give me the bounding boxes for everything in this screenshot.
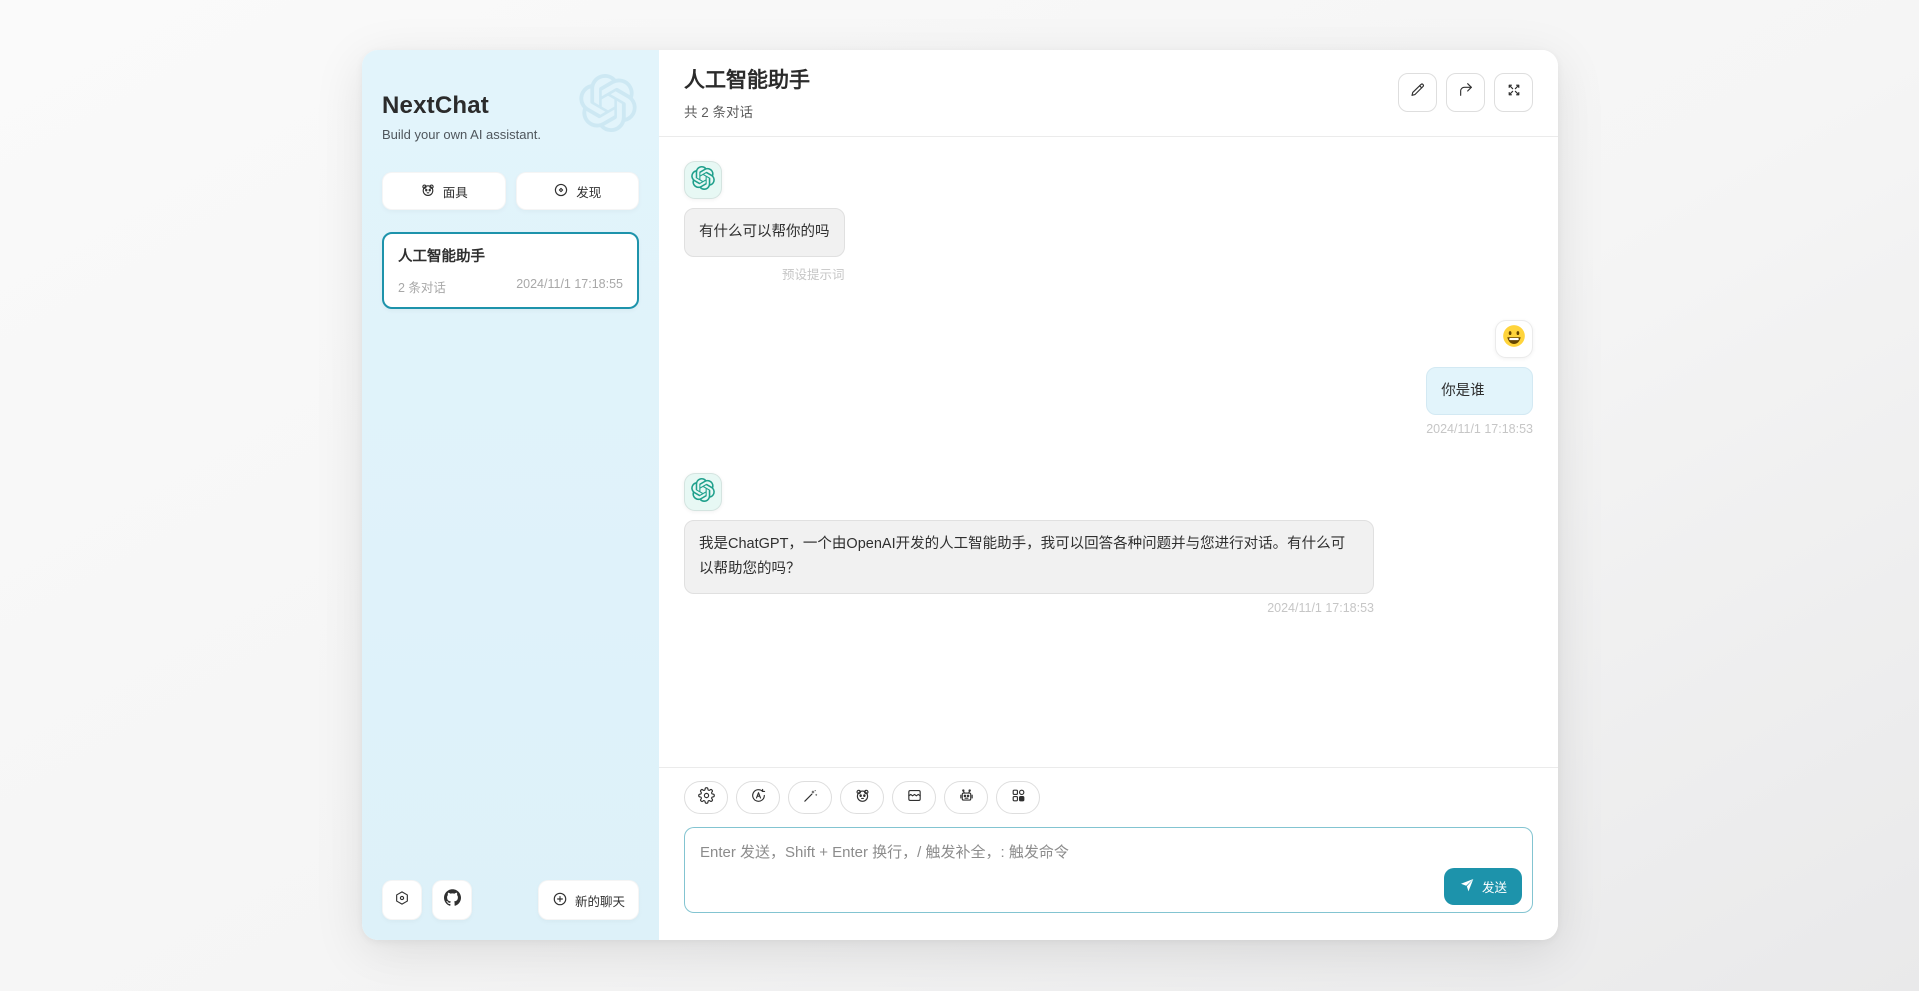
masks-button[interactable]: 面具	[382, 172, 506, 210]
chat-toolbar	[684, 781, 1533, 814]
maximize-icon	[1506, 82, 1522, 103]
new-chat-button[interactable]: 新的聊天	[538, 880, 639, 920]
chat-settings-button[interactable]	[684, 781, 728, 814]
send-button-label: 发送	[1482, 877, 1507, 896]
message-user: 你是谁 2024/11/1 17:18:53	[684, 320, 1533, 437]
github-button[interactable]	[432, 880, 472, 920]
chat-header-titles: 人工智能助手 共 2 条对话	[684, 64, 1398, 121]
message-input[interactable]	[684, 827, 1533, 913]
chat-item-time: 2024/11/1 17:18:55	[516, 277, 623, 296]
mask-icon	[420, 182, 436, 201]
sidebar-footer: 新的聊天	[382, 880, 639, 920]
github-icon	[444, 889, 461, 911]
assistant-avatar	[684, 161, 722, 199]
send-button[interactable]: 发送	[1444, 868, 1522, 905]
rename-chat-button[interactable]	[1398, 73, 1437, 112]
share-chat-button[interactable]	[1446, 73, 1485, 112]
settings-hexagon-icon	[394, 890, 410, 911]
message-bubble[interactable]: 有什么可以帮你的吗	[684, 208, 845, 257]
discover-button[interactable]: 发现	[516, 172, 640, 210]
settings-button[interactable]	[382, 880, 422, 920]
chat-subtitle: 共 2 条对话	[684, 101, 1398, 121]
chat-item-meta: 2 条对话 2024/11/1 17:18:55	[398, 277, 623, 296]
gear-icon	[698, 787, 715, 809]
robot-icon	[958, 787, 975, 809]
auto-theme-icon	[750, 787, 767, 809]
chat-title[interactable]: 人工智能助手	[684, 64, 1398, 94]
new-chat-button-label: 新的聊天	[575, 891, 625, 910]
chat-header: 人工智能助手 共 2 条对话	[659, 50, 1558, 137]
masks-toolbar-button[interactable]	[840, 781, 884, 814]
chat-list-item-selected[interactable]: 人工智能助手 2 条对话 2024/11/1 17:18:55	[382, 232, 639, 309]
smiley-emoji-icon	[1501, 323, 1527, 354]
chat-item-title: 人工智能助手	[398, 245, 623, 266]
user-avatar	[1495, 320, 1533, 358]
shortcuts-button[interactable]	[996, 781, 1040, 814]
share-icon	[1458, 82, 1474, 103]
message-timestamp: 2024/11/1 17:18:53	[1426, 422, 1533, 436]
discover-button-label: 发现	[576, 182, 601, 201]
message-timestamp: 2024/11/1 17:18:53	[684, 601, 1374, 615]
sidebar: NextChat Build your own AI assistant. 面具	[362, 50, 659, 940]
chat-item-count: 2 条对话	[398, 277, 446, 296]
clear-context-button[interactable]	[892, 781, 936, 814]
message-assistant: 我是ChatGPT，一个由OpenAI开发的人工智能助手，我可以回答各种问题并与…	[684, 473, 1533, 614]
theme-toggle-button[interactable]	[736, 781, 780, 814]
assistant-avatar	[684, 473, 722, 511]
sidebar-actions: 面具 发现	[382, 172, 639, 210]
composer-panel: 发送	[659, 767, 1558, 940]
chat-main: 人工智能助手 共 2 条对话	[659, 50, 1558, 940]
chat-list: 人工智能助手 2 条对话 2024/11/1 17:18:55	[382, 232, 639, 880]
grid-icon	[1010, 787, 1027, 809]
openai-logo-icon	[691, 166, 715, 195]
message-bubble[interactable]: 你是谁	[1426, 367, 1533, 416]
prompt-button[interactable]	[788, 781, 832, 814]
message-assistant: 有什么可以帮你的吗 预设提示词	[684, 161, 1533, 283]
openai-logo-icon	[691, 478, 715, 507]
magic-wand-icon	[802, 787, 819, 809]
paper-plane-icon	[1459, 877, 1475, 896]
discover-icon	[553, 182, 569, 201]
plus-circle-icon	[552, 891, 568, 910]
message-list[interactable]: 有什么可以帮你的吗 预设提示词	[659, 137, 1558, 767]
preset-prompt-label: 预设提示词	[684, 264, 845, 283]
chat-header-actions	[1398, 73, 1533, 112]
openai-watermark-logo-icon	[579, 74, 637, 132]
fullscreen-button[interactable]	[1494, 73, 1533, 112]
masks-button-label: 面具	[443, 182, 468, 201]
app-window: NextChat Build your own AI assistant. 面具	[362, 50, 1558, 940]
mask-icon	[854, 787, 871, 809]
clear-context-icon	[906, 787, 923, 809]
pencil-icon	[1410, 82, 1426, 103]
message-bubble[interactable]: 我是ChatGPT，一个由OpenAI开发的人工智能助手，我可以回答各种问题并与…	[684, 520, 1374, 593]
composer: 发送	[684, 827, 1533, 918]
model-select-button[interactable]	[944, 781, 988, 814]
